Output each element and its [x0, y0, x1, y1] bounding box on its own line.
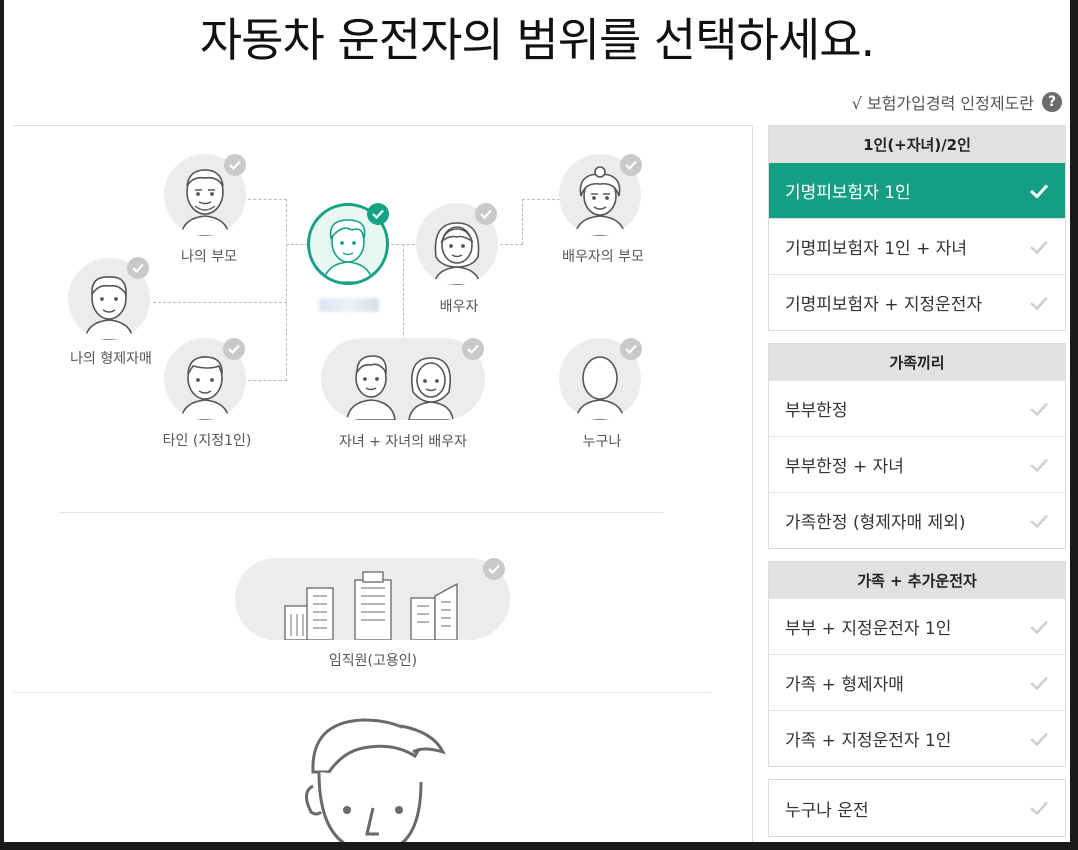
option-label: 부부 + 지정운전자 1인: [785, 619, 952, 639]
option-named-insured-1-children[interactable]: 기명피보험자 1인 + 자녀: [769, 218, 1065, 274]
employees-avatar: [235, 558, 510, 640]
node-label: 타인 (지정1인): [162, 433, 252, 449]
connector-line: [286, 244, 308, 245]
node-label: 나의 부모: [181, 249, 237, 265]
silhouette-icon: [575, 356, 625, 420]
man-icon: [180, 356, 230, 420]
check-icon: [367, 203, 389, 225]
young-man-icon: [84, 276, 134, 340]
node-label: 자녀 + 자녀의 배우자: [338, 434, 468, 450]
check-icon: [1029, 183, 1049, 199]
check-icon: [1030, 514, 1048, 528]
connector-line: [522, 199, 523, 245]
option-family-designated-1[interactable]: 가족 + 지정운전자 1인: [769, 710, 1065, 766]
connector-line: [243, 199, 287, 200]
node-label: 배우자의 부모: [562, 249, 644, 265]
option-label: 부부한정: [785, 401, 848, 421]
app-frame: 자동차 운전자의 범위를 선택하세요. √ 보험가입경력 인정제도란 ? 나의 …: [4, 0, 1070, 842]
option-group-family: 가족끼리 부부한정 부부한정 + 자녀 가족한정 (형제자매 제외): [768, 343, 1066, 549]
option-named-insured-1[interactable]: 기명피보험자 1인: [769, 162, 1065, 218]
connector-line: [522, 199, 560, 200]
driver-scope-diagram: 나의 부모 나의 형제자매 타인 (지정1인) 배우자 배우자의 부모 자녀 +…: [13, 125, 753, 842]
option-couple-children[interactable]: 부부한정 + 자녀: [769, 436, 1065, 492]
connector-line: [403, 244, 404, 340]
option-family-siblings[interactable]: 가족 + 형제자매: [769, 654, 1065, 710]
check-icon: [475, 203, 497, 225]
info-link-label: √ 보험가입경력 인정제도란: [851, 94, 1034, 113]
node-label: 나의 형제자매: [70, 351, 152, 367]
group-header: 가족끼리: [769, 344, 1065, 380]
option-couple-only[interactable]: 부부한정: [769, 380, 1065, 436]
check-icon: [127, 257, 149, 279]
connector-line: [286, 199, 287, 381]
option-named-insured-designated-driver[interactable]: 기명피보험자 + 지정운전자: [769, 274, 1065, 330]
check-icon: [224, 154, 246, 176]
node-label: 누구나: [582, 434, 622, 450]
check-icon: [462, 338, 484, 360]
woman-icon: [433, 222, 481, 285]
check-icon: [620, 338, 642, 360]
group-header: 1인(+자녀)/2인: [769, 126, 1065, 162]
option-label: 기명피보험자 + 지정운전자: [785, 295, 983, 315]
check-icon: [1030, 801, 1048, 816]
option-label: 누구나 운전: [785, 800, 869, 821]
check-icon: [1030, 458, 1048, 472]
option-couple-designated-1[interactable]: 부부 + 지정운전자 1인: [769, 598, 1065, 654]
insurance-history-info-link[interactable]: √ 보험가입경력 인정제도란 ?: [852, 90, 1062, 114]
check-icon: [1030, 620, 1048, 634]
option-label: 가족한정 (형제자매 제외): [785, 513, 966, 533]
node-label: 배우자: [439, 299, 479, 315]
check-icon: [1030, 240, 1048, 254]
check-icon: [223, 338, 245, 360]
check-icon: [1030, 676, 1048, 690]
help-icon[interactable]: ?: [1042, 92, 1062, 112]
couple-icon: [346, 355, 454, 420]
connector-line: [153, 302, 287, 303]
check-icon: [620, 154, 642, 176]
connector-line: [495, 244, 523, 245]
large-man-face-icon: [305, 718, 446, 842]
divider: [13, 692, 711, 693]
check-icon: [1030, 296, 1048, 310]
connector-line: [243, 380, 287, 381]
group-header: 가족 + 추가운전자: [769, 562, 1065, 598]
option-label: 부부한정 + 자녀: [785, 457, 904, 477]
page-title: 자동차 운전자의 범위를 선택하세요.: [199, 13, 875, 67]
children-avatar: [321, 338, 485, 420]
option-label: 가족 + 지정운전자 1인: [785, 731, 952, 751]
city-buildings-icon: [284, 571, 458, 640]
option-anyone-drive[interactable]: 누구나 운전: [769, 780, 1065, 836]
option-label: 기명피보험자 1인: [785, 183, 911, 203]
node-label: 임직원(고용인): [328, 653, 418, 669]
option-label: 가족 + 형제자매: [785, 675, 904, 695]
driver-scope-options: 1인(+자녀)/2인 기명피보험자 1인 기명피보험자 1인 + 자녀 기명피보…: [768, 125, 1066, 842]
old-woman-icon: [574, 166, 626, 236]
self-man-icon: [323, 219, 373, 282]
divider: [59, 512, 663, 513]
option-label: 기명피보험자 1인 + 자녀: [785, 239, 968, 259]
option-group-single: 1인(+자녀)/2인 기명피보험자 1인 기명피보험자 1인 + 자녀 기명피보…: [768, 125, 1066, 331]
check-icon: [1030, 402, 1048, 416]
old-man-icon: [180, 169, 230, 236]
check-icon: [483, 558, 505, 580]
self-name-blurred: [319, 298, 379, 312]
check-icon: [1030, 732, 1048, 746]
option-family-only[interactable]: 가족한정 (형제자매 제외): [769, 492, 1065, 548]
option-group-anyone: 누구나 운전: [768, 779, 1066, 837]
option-group-family-plus: 가족 + 추가운전자 부부 + 지정운전자 1인 가족 + 형제자매 가족 + …: [768, 561, 1066, 767]
